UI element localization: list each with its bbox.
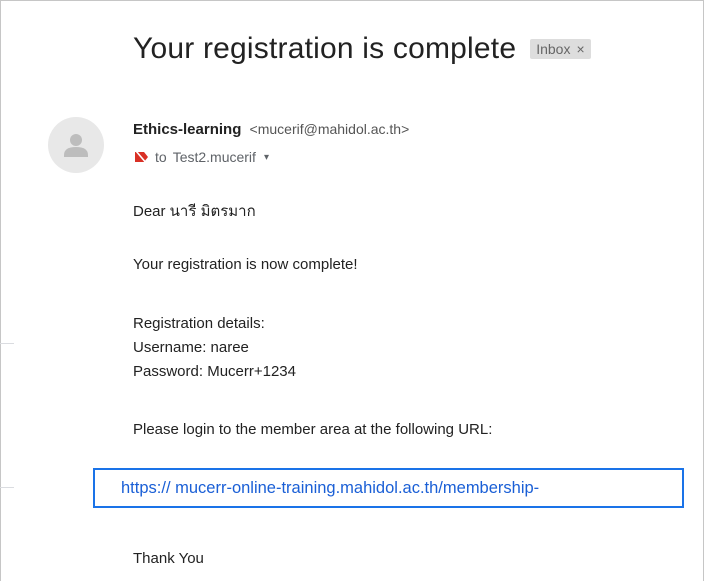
password-line: Password: Mucerr+1234 xyxy=(133,363,296,380)
username-line: Username: naree xyxy=(133,339,249,356)
greeting: Dear นารี มิตรมาก xyxy=(133,203,256,220)
divider-tick xyxy=(0,343,14,344)
sender-name[interactable]: Ethics-learning xyxy=(133,121,241,138)
remove-label-icon[interactable]: × xyxy=(576,41,584,57)
body-line-complete: Your registration is now complete! xyxy=(133,256,358,273)
closing: Thank You xyxy=(133,550,204,567)
sender-email: <mucerif@mahidol.ac.th> xyxy=(249,121,410,137)
email-subject: Your registration is complete xyxy=(133,32,517,65)
membership-url-link[interactable]: https:// mucerr-online-training.mahidol.… xyxy=(121,479,539,498)
divider-tick xyxy=(0,487,14,488)
recipient-name: Test2.mucerif xyxy=(172,149,256,165)
url-highlight-box: https:// mucerr-online-training.mahidol.… xyxy=(93,468,684,508)
important-marker-icon[interactable] xyxy=(133,149,149,165)
sender-avatar[interactable] xyxy=(48,117,104,173)
subject-row: Your registration is complete Inbox × xyxy=(133,32,591,66)
login-instruction: Please login to the member area at the f… xyxy=(133,421,493,438)
recipient-prefix: to xyxy=(155,149,167,165)
inbox-label-text: Inbox xyxy=(536,41,571,57)
chevron-down-icon[interactable]: ▾ xyxy=(264,152,269,163)
sender-line: Ethics-learning <mucerif@mahidol.ac.th> xyxy=(133,121,409,138)
inbox-label-badge[interactable]: Inbox × xyxy=(530,39,591,59)
person-icon xyxy=(64,134,88,157)
recipient-line: to Test2.mucerif ▾ xyxy=(133,149,269,165)
details-heading: Registration details: xyxy=(133,315,265,332)
